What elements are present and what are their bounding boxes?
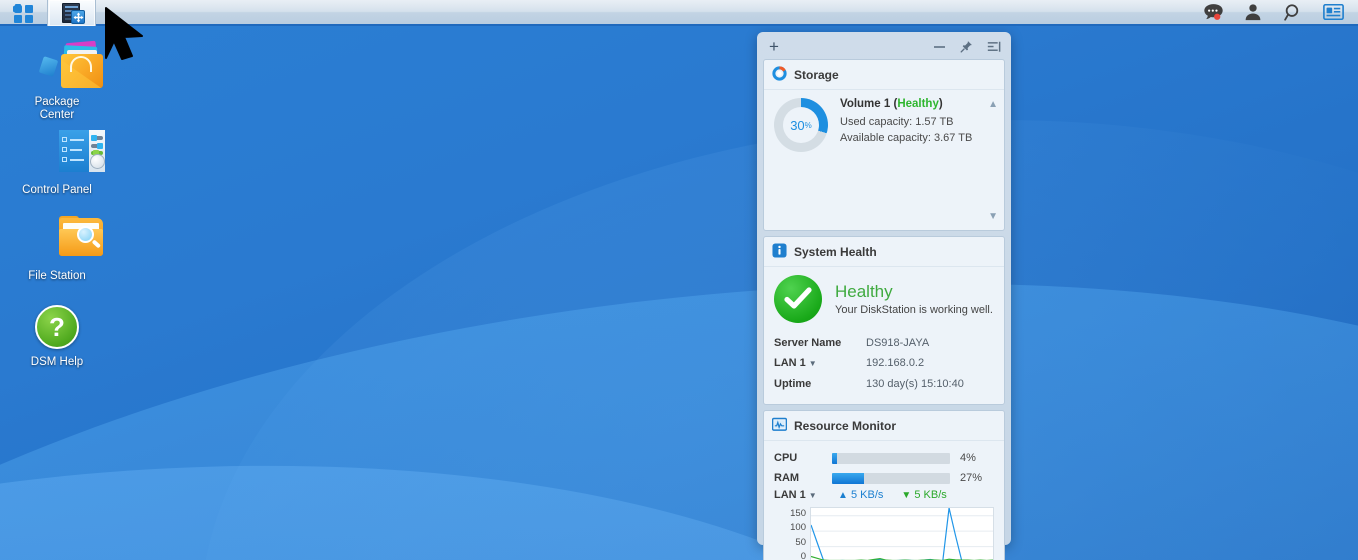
add-widget-button[interactable]: + [769, 38, 779, 55]
minimize-icon[interactable] [933, 42, 946, 51]
chart-plot-area [810, 507, 994, 560]
download-arrow-icon: ▼ [901, 490, 912, 501]
widget-system-health-body: Healthy Your DiskStation is working well… [764, 267, 1004, 404]
ram-label: RAM [774, 472, 800, 484]
move-badge-icon [71, 10, 85, 24]
storage-usage-unit: % [804, 120, 812, 130]
health-status: Healthy [835, 282, 893, 301]
chevron-up-icon[interactable]: ▲ [988, 100, 998, 110]
shortcut-label: DSM Help [30, 356, 84, 368]
shortcut-label: Package Center [34, 96, 80, 121]
widgets-icon[interactable] [1322, 2, 1344, 22]
network-chart: 150 100 50 0 [774, 507, 994, 560]
widget-storage: Storage ▲ ▼ 30% Volume 1 (Healthy) Used … [763, 59, 1005, 231]
cpu-value: 4% [960, 452, 976, 464]
desktop[interactable]: Package Center Control Panel File Statio… [0, 0, 1358, 560]
widget-resource-monitor-body: CPU 4% RAM 27% LAN 1 ▼ ▲ 5 KB/s ▼ 5 KB/s… [764, 441, 1004, 560]
file-station-icon [32, 216, 103, 266]
widget-resource-monitor: Resource Monitor CPU 4% RAM 27% LAN 1 ▼ … [763, 410, 1005, 560]
y-tick: 0 [800, 550, 806, 560]
chart-y-axis: 150 100 50 0 [774, 507, 810, 560]
main-menu-button[interactable] [0, 0, 48, 26]
package-center-icon [32, 40, 103, 92]
shortcut-label: File Station [28, 270, 86, 282]
y-tick: 100 [790, 522, 806, 534]
taskbar-tray [1202, 0, 1358, 24]
ram-row: RAM 27% [774, 469, 994, 487]
dsm-help-icon: ? [32, 302, 82, 352]
widget-resource-monitor-header: Resource Monitor [764, 411, 1004, 441]
ram-value: 27% [960, 472, 983, 484]
main-menu-icon [13, 3, 35, 23]
pin-icon[interactable] [960, 40, 973, 53]
widget-resource-monitor-title: Resource Monitor [794, 419, 897, 433]
upload-arrow-icon: ▲ [838, 490, 848, 501]
cpu-bar [832, 452, 950, 464]
chevron-down-icon[interactable]: ▼ [988, 212, 998, 222]
health-row-lan[interactable]: LAN 1 ▼ 192.168.0.2 [774, 353, 994, 374]
widget-system-health: System Health Healthy Your DiskStation i… [763, 236, 1005, 405]
storage-icon [772, 66, 787, 84]
cpu-label: CPU [774, 452, 798, 464]
shortcut-file-station[interactable]: File Station [2, 216, 112, 283]
health-message: Your DiskStation is working well. [835, 304, 993, 316]
widget-storage-title: Storage [794, 68, 839, 82]
widget-storage-body: ▲ ▼ 30% Volume 1 (Healthy) Used capacity… [764, 90, 1004, 230]
taskbar-app-area [0, 0, 96, 26]
taskbar-spacer [96, 0, 1202, 24]
widget-panel-header: + [763, 38, 1005, 55]
shortcut-package-center[interactable]: Package Center [2, 40, 112, 122]
shortcut-label: Control Panel [22, 184, 92, 196]
health-row-uptime: Uptime 130 day(s) 15:10:40 [774, 378, 964, 390]
used-capacity: Used capacity: 1.57 TB [840, 116, 954, 128]
health-check-icon [774, 275, 822, 323]
volume-status: Healthy [897, 98, 939, 110]
search-icon[interactable] [1282, 2, 1304, 22]
ram-bar [832, 472, 950, 484]
widget-panel: + Storage ▲ ▼ 30 % Volume 1 (Healthy) Us… [757, 32, 1011, 560]
health-row-server-name: Server Name DS918-JAYA [774, 337, 930, 349]
network-row[interactable]: LAN 1 ▼ ▲ 5 KB/s ▼ 5 KB/s [774, 489, 994, 501]
notifications-icon[interactable] [1202, 2, 1224, 22]
volume-title: Volume 1 (Healthy) [840, 98, 943, 110]
storage-manager-icon [60, 3, 85, 24]
resource-monitor-icon [771, 417, 788, 435]
taskbar [0, 0, 1358, 26]
caret-down-icon[interactable]: ▼ [809, 491, 817, 500]
upload-rate: ▲ 5 KB/s [838, 489, 884, 501]
y-tick: 150 [790, 508, 806, 519]
dock-icon[interactable] [987, 41, 1001, 53]
user-options-icon[interactable] [1242, 2, 1264, 22]
y-tick: 50 [795, 536, 806, 548]
widget-system-health-header: System Health [764, 237, 1004, 267]
cpu-row: CPU 4% [774, 449, 994, 467]
shortcut-control-panel[interactable]: Control Panel [2, 130, 112, 197]
lan-label: LAN 1 ▼ [774, 489, 817, 501]
download-rate: ▼ 5 KB/s [901, 489, 947, 501]
shortcut-dsm-help[interactable]: ? DSM Help [2, 302, 112, 369]
storage-usage-percent: 30 [790, 117, 805, 133]
info-icon [772, 243, 787, 261]
storage-usage-donut: 30% [774, 98, 828, 152]
control-panel-icon [32, 130, 105, 180]
taskbar-item-storage-manager[interactable] [48, 0, 96, 26]
available-capacity: Available capacity: 3.67 TB [840, 132, 973, 144]
widget-system-health-title: System Health [794, 245, 877, 259]
caret-down-icon[interactable]: ▼ [809, 359, 817, 368]
wallpaper-curve-upper [0, 169, 1358, 560]
widget-storage-header: Storage [764, 60, 1004, 90]
